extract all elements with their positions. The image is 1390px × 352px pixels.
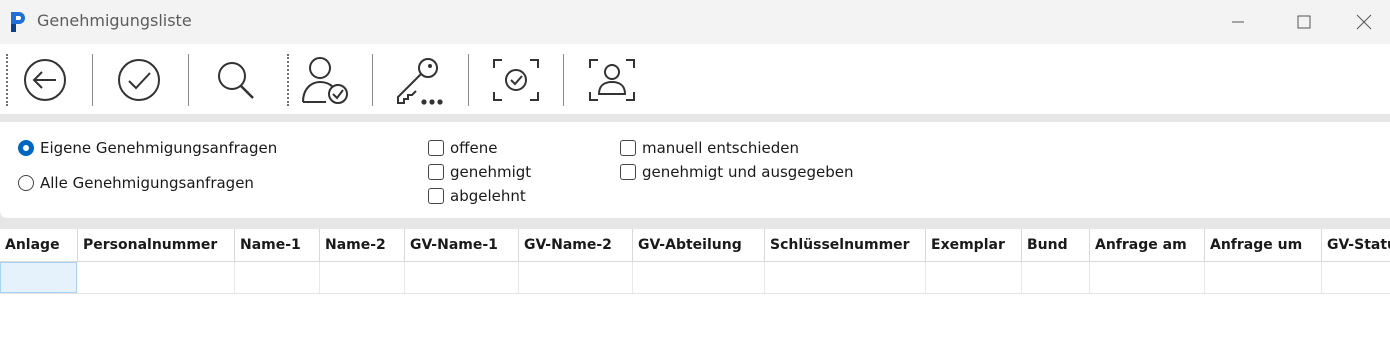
table-cell[interactable] <box>78 262 235 293</box>
checkbox-genehmigt-und-ausgegeben[interactable]: genehmigt und ausgegeben <box>620 162 854 182</box>
checkbox-box[interactable] <box>428 140 444 156</box>
approval-grid[interactable]: Anlage Personalnummer Name-1 Name-2 GV-N… <box>0 229 1390 352</box>
table-cell[interactable] <box>1022 262 1090 293</box>
checkbox-box[interactable] <box>428 188 444 204</box>
checkbox-abgelehnt[interactable]: abgelehnt <box>428 186 526 206</box>
checkbox-label: genehmigt <box>450 163 532 181</box>
column-header-exemplar[interactable]: Exemplar <box>926 229 1022 261</box>
table-cell[interactable] <box>519 262 633 293</box>
table-cell[interactable] <box>1205 262 1322 293</box>
column-header-anfrage-am[interactable]: Anfrage am <box>1090 229 1205 261</box>
person-check-icon[interactable] <box>298 54 352 106</box>
maximize-icon <box>1297 15 1311 29</box>
radio-label: Eigene Genehmigungsanfragen <box>40 139 278 157</box>
checkbox-label: offene <box>450 139 498 157</box>
key-more-icon[interactable] <box>390 54 446 106</box>
toolbar-separator <box>188 54 189 106</box>
table-cell[interactable] <box>633 262 765 293</box>
radio-label: Alle Genehmigungsanfragen <box>40 174 254 192</box>
checkbox-box[interactable] <box>428 164 444 180</box>
toolbar-separator <box>372 54 373 106</box>
checkbox-label: abgelehnt <box>450 187 526 205</box>
close-icon <box>1356 14 1372 30</box>
checkbox-offene[interactable]: offene <box>428 138 497 158</box>
column-header-personalnummer[interactable]: Personalnummer <box>78 229 235 261</box>
column-header-anfrage-um[interactable]: Anfrage um <box>1205 229 1322 261</box>
table-cell[interactable] <box>405 262 519 293</box>
column-header-gv-name-1[interactable]: GV-Name-1 <box>405 229 519 261</box>
table-cell[interactable] <box>235 262 320 293</box>
grid-header: Anlage Personalnummer Name-1 Name-2 GV-N… <box>0 229 1390 262</box>
scan-check-icon[interactable] <box>490 54 542 106</box>
radio-own-requests[interactable]: Eigene Genehmigungsanfragen <box>18 138 277 158</box>
column-header-gv-abteilung[interactable]: GV-Abteilung <box>633 229 765 261</box>
table-cell[interactable] <box>765 262 926 293</box>
checkbox-genehmigt[interactable]: genehmigt <box>428 162 531 182</box>
column-header-anlage[interactable]: Anlage <box>0 229 78 261</box>
table-row[interactable] <box>0 262 1390 294</box>
radio-all-requests[interactable]: Alle Genehmigungsanfragen <box>18 173 254 193</box>
table-cell[interactable] <box>320 262 405 293</box>
title-bar: Genehmigungsliste <box>0 0 1390 44</box>
column-header-bund[interactable]: Bund <box>1022 229 1090 261</box>
scan-person-icon[interactable] <box>586 54 638 106</box>
table-cell-selected[interactable] <box>0 262 77 293</box>
toolbar-separator <box>563 54 564 106</box>
column-header-schluesselnummer[interactable]: Schlüsselnummer <box>765 229 926 261</box>
checkbox-box[interactable] <box>620 164 636 180</box>
toolbar <box>0 44 1390 114</box>
toolbar-separator <box>287 54 289 106</box>
column-header-name-1[interactable]: Name-1 <box>235 229 320 261</box>
column-header-name-2[interactable]: Name-2 <box>320 229 405 261</box>
filter-panel: Eigene Genehmigungsanfragen Alle Genehmi… <box>0 122 1390 218</box>
column-header-gv-name-2[interactable]: GV-Name-2 <box>519 229 633 261</box>
toolbar-separator <box>92 54 93 106</box>
table-cell[interactable] <box>926 262 1022 293</box>
magnifier-icon[interactable] <box>210 54 260 106</box>
checkmark-circle-icon[interactable] <box>114 54 164 106</box>
window-title: Genehmigungsliste <box>37 11 192 30</box>
radio-indicator[interactable] <box>18 175 34 191</box>
checkbox-manuell-entschieden[interactable]: manuell entschieden <box>620 138 799 158</box>
toolbar-separator <box>468 54 469 106</box>
checkbox-label: manuell entschieden <box>642 139 799 157</box>
table-cell[interactable] <box>1322 262 1390 293</box>
maximize-button[interactable] <box>1272 0 1336 44</box>
table-cell[interactable] <box>1090 262 1205 293</box>
toolbar-grip <box>6 54 8 106</box>
checkbox-label: genehmigt und ausgegeben <box>642 163 854 181</box>
app-logo-icon <box>11 12 25 32</box>
column-header-gv-status[interactable]: GV-Status <box>1322 229 1390 261</box>
arrow-left-circle-icon[interactable] <box>20 54 70 106</box>
close-button[interactable] <box>1338 0 1390 44</box>
checkbox-box[interactable] <box>620 140 636 156</box>
radio-indicator[interactable] <box>18 140 34 156</box>
minimize-button[interactable] <box>1206 0 1270 44</box>
minimize-icon <box>1232 21 1244 23</box>
